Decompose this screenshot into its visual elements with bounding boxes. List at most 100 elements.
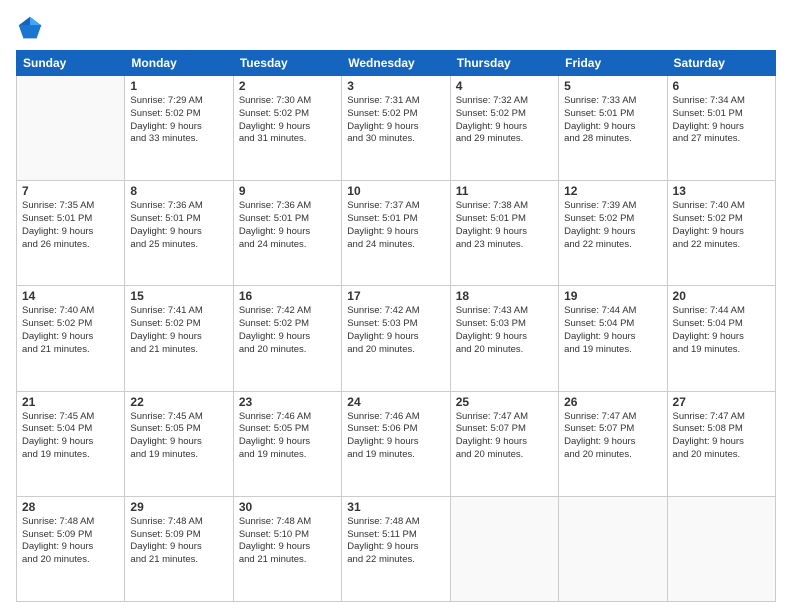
day-number: 25 — [456, 395, 553, 409]
week-row-5: 28 Sunrise: 7:48 AMSunset: 5:09 PMDayligh… — [17, 496, 776, 601]
day-info: Sunrise: 7:35 AMSunset: 5:01 PMDaylight:… — [22, 200, 119, 251]
day-info: Sunrise: 7:47 AMSunset: 5:08 PMDaylight:… — [673, 411, 770, 462]
calendar-cell: 22 Sunrise: 7:45 AMSunset: 5:05 PMDayligh… — [125, 391, 233, 496]
calendar-cell: 7Sunrise: 7:35 AMSunset: 5:01 PMDaylight… — [17, 181, 125, 286]
calendar-cell: 16 Sunrise: 7:42 AMSunset: 5:02 PMDayligh… — [233, 286, 341, 391]
day-number: 18 — [456, 289, 553, 303]
weekday-header-tuesday: Tuesday — [233, 51, 341, 76]
day-number: 30 — [239, 500, 336, 514]
calendar-cell: 8 Sunrise: 7:36 AMSunset: 5:01 PMDaylight… — [125, 181, 233, 286]
day-number: 17 — [347, 289, 444, 303]
day-info: Sunrise: 7:46 AMSunset: 5:06 PMDaylight:… — [347, 411, 444, 462]
day-number: 8 — [130, 184, 227, 198]
weekday-header-friday: Friday — [559, 51, 667, 76]
day-info: Sunrise: 7:36 AMSunset: 5:01 PMDaylight:… — [130, 200, 227, 251]
day-info: Sunrise: 7:46 AMSunset: 5:05 PMDaylight:… — [239, 411, 336, 462]
calendar-cell: 15 Sunrise: 7:41 AMSunset: 5:02 PMDayligh… — [125, 286, 233, 391]
day-number: 24 — [347, 395, 444, 409]
day-info: Sunrise: 7:48 AMSunset: 5:10 PMDaylight:… — [239, 516, 336, 567]
calendar-cell: 29 Sunrise: 7:48 AMSunset: 5:09 PMDayligh… — [125, 496, 233, 601]
week-row-1: 1 Sunrise: 7:29 AMSunset: 5:02 PMDaylight… — [17, 76, 776, 181]
day-info: Sunrise: 7:30 AMSunset: 5:02 PMDaylight:… — [239, 95, 336, 146]
day-number: 4 — [456, 79, 553, 93]
day-number: 23 — [239, 395, 336, 409]
day-info: Sunrise: 7:48 AMSunset: 5:09 PMDaylight:… — [22, 516, 119, 567]
day-number: 10 — [347, 184, 444, 198]
day-number: 26 — [564, 395, 661, 409]
day-info: Sunrise: 7:40 AMSunset: 5:02 PMDaylight:… — [673, 200, 770, 251]
day-number: 13 — [673, 184, 770, 198]
weekday-header-sunday: Sunday — [17, 51, 125, 76]
calendar-cell: 28 Sunrise: 7:48 AMSunset: 5:09 PMDayligh… — [17, 496, 125, 601]
weekday-header-wednesday: Wednesday — [342, 51, 450, 76]
calendar-cell: 10 Sunrise: 7:37 AMSunset: 5:01 PMDayligh… — [342, 181, 450, 286]
day-info: Sunrise: 7:39 AMSunset: 5:02 PMDaylight:… — [564, 200, 661, 251]
header — [16, 14, 776, 42]
calendar-cell: 25 Sunrise: 7:47 AMSunset: 5:07 PMDayligh… — [450, 391, 558, 496]
calendar-cell: 23 Sunrise: 7:46 AMSunset: 5:05 PMDayligh… — [233, 391, 341, 496]
calendar-cell: 13 Sunrise: 7:40 AMSunset: 5:02 PMDayligh… — [667, 181, 775, 286]
calendar-cell: 4 Sunrise: 7:32 AMSunset: 5:02 PMDaylight… — [450, 76, 558, 181]
day-info: Sunrise: 7:47 AMSunset: 5:07 PMDaylight:… — [564, 411, 661, 462]
day-info: Sunrise: 7:32 AMSunset: 5:02 PMDaylight:… — [456, 95, 553, 146]
calendar-cell: 26 Sunrise: 7:47 AMSunset: 5:07 PMDayligh… — [559, 391, 667, 496]
calendar-cell: 21Sunrise: 7:45 AMSunset: 5:04 PMDayligh… — [17, 391, 125, 496]
day-number: 6 — [673, 79, 770, 93]
day-info: Sunrise: 7:38 AMSunset: 5:01 PMDaylight:… — [456, 200, 553, 251]
calendar-cell — [450, 496, 558, 601]
calendar-cell: 3Sunrise: 7:31 AMSunset: 5:02 PMDaylight… — [342, 76, 450, 181]
day-info: Sunrise: 7:42 AMSunset: 5:03 PMDaylight:… — [347, 305, 444, 356]
day-number: 20 — [673, 289, 770, 303]
day-info: Sunrise: 7:43 AMSunset: 5:03 PMDaylight:… — [456, 305, 553, 356]
day-number: 16 — [239, 289, 336, 303]
weekday-header-thursday: Thursday — [450, 51, 558, 76]
day-info: Sunrise: 7:31 AMSunset: 5:02 PMDaylight:… — [347, 95, 444, 146]
day-info: Sunrise: 7:29 AMSunset: 5:02 PMDaylight:… — [130, 95, 227, 146]
logo-icon — [16, 14, 44, 42]
day-info: Sunrise: 7:44 AMSunset: 5:04 PMDaylight:… — [564, 305, 661, 356]
day-info: Sunrise: 7:37 AMSunset: 5:01 PMDaylight:… — [347, 200, 444, 251]
weekday-header-row: SundayMondayTuesdayWednesdayThursdayFrid… — [17, 51, 776, 76]
calendar-cell: 6 Sunrise: 7:34 AMSunset: 5:01 PMDaylight… — [667, 76, 775, 181]
day-info: Sunrise: 7:48 AMSunset: 5:09 PMDaylight:… — [130, 516, 227, 567]
calendar-cell: 18 Sunrise: 7:43 AMSunset: 5:03 PMDayligh… — [450, 286, 558, 391]
calendar-cell: 30 Sunrise: 7:48 AMSunset: 5:10 PMDayligh… — [233, 496, 341, 601]
day-number: 14 — [22, 289, 119, 303]
day-info: Sunrise: 7:40 AMSunset: 5:02 PMDaylight:… — [22, 305, 119, 356]
logo — [16, 14, 48, 42]
calendar-table: SundayMondayTuesdayWednesdayThursdayFrid… — [16, 50, 776, 602]
day-number: 2 — [239, 79, 336, 93]
day-info: Sunrise: 7:42 AMSunset: 5:02 PMDaylight:… — [239, 305, 336, 356]
day-number: 1 — [130, 79, 227, 93]
day-info: Sunrise: 7:41 AMSunset: 5:02 PMDaylight:… — [130, 305, 227, 356]
calendar-cell — [667, 496, 775, 601]
calendar-cell: 11Sunrise: 7:38 AMSunset: 5:01 PMDayligh… — [450, 181, 558, 286]
day-info: Sunrise: 7:47 AMSunset: 5:07 PMDaylight:… — [456, 411, 553, 462]
calendar-cell: 5Sunrise: 7:33 AMSunset: 5:01 PMDaylight… — [559, 76, 667, 181]
day-number: 15 — [130, 289, 227, 303]
calendar-cell: 31 Sunrise: 7:48 AMSunset: 5:11 PMDayligh… — [342, 496, 450, 601]
calendar-cell: 12Sunrise: 7:39 AMSunset: 5:02 PMDayligh… — [559, 181, 667, 286]
calendar-cell: 17 Sunrise: 7:42 AMSunset: 5:03 PMDayligh… — [342, 286, 450, 391]
calendar-cell: 14 Sunrise: 7:40 AMSunset: 5:02 PMDayligh… — [17, 286, 125, 391]
week-row-2: 7Sunrise: 7:35 AMSunset: 5:01 PMDaylight… — [17, 181, 776, 286]
calendar-cell: 9 Sunrise: 7:36 AMSunset: 5:01 PMDaylight… — [233, 181, 341, 286]
calendar-cell: 27Sunrise: 7:47 AMSunset: 5:08 PMDayligh… — [667, 391, 775, 496]
week-row-4: 21Sunrise: 7:45 AMSunset: 5:04 PMDayligh… — [17, 391, 776, 496]
weekday-header-saturday: Saturday — [667, 51, 775, 76]
day-info: Sunrise: 7:34 AMSunset: 5:01 PMDaylight:… — [673, 95, 770, 146]
calendar-cell — [17, 76, 125, 181]
day-info: Sunrise: 7:36 AMSunset: 5:01 PMDaylight:… — [239, 200, 336, 251]
day-info: Sunrise: 7:45 AMSunset: 5:05 PMDaylight:… — [130, 411, 227, 462]
day-info: Sunrise: 7:48 AMSunset: 5:11 PMDaylight:… — [347, 516, 444, 567]
week-row-3: 14 Sunrise: 7:40 AMSunset: 5:02 PMDayligh… — [17, 286, 776, 391]
calendar-cell — [559, 496, 667, 601]
day-info: Sunrise: 7:33 AMSunset: 5:01 PMDaylight:… — [564, 95, 661, 146]
day-number: 9 — [239, 184, 336, 198]
day-number: 21 — [22, 395, 119, 409]
day-number: 22 — [130, 395, 227, 409]
day-number: 31 — [347, 500, 444, 514]
calendar-cell: 1 Sunrise: 7:29 AMSunset: 5:02 PMDaylight… — [125, 76, 233, 181]
day-number: 28 — [22, 500, 119, 514]
day-number: 29 — [130, 500, 227, 514]
